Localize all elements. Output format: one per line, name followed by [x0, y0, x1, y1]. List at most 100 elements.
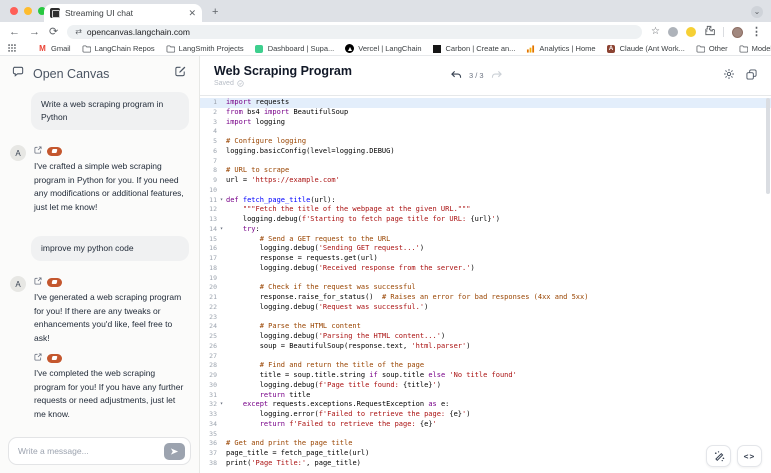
code-line: 23: [200, 313, 771, 323]
line-number: 21: [200, 293, 217, 303]
minimize-window-button[interactable]: [24, 7, 32, 15]
extensions-puzzle-icon[interactable]: [704, 23, 715, 41]
code-brackets-icon: <>: [744, 452, 756, 461]
user-message-bubble: Write a web scraping program in Python: [31, 92, 189, 130]
external-link-icon[interactable]: [34, 146, 42, 156]
code-editor[interactable]: 1import requests2from bs4 import Beautif…: [200, 96, 771, 473]
bookmark-item[interactable]: LangSmith Projects: [166, 44, 244, 53]
forward-button[interactable]: →: [29, 27, 40, 38]
code-lines: 1import requests2from bs4 import Beautif…: [200, 98, 771, 469]
send-button[interactable]: [164, 443, 185, 460]
address-bar[interactable]: ⇄ opencanvas.langchain.com: [67, 25, 642, 39]
version-history: 3 / 3: [450, 56, 503, 95]
code-line: 5 # Configure logging: [200, 137, 771, 147]
wand-icon: [713, 450, 725, 462]
fold-gutter: [217, 108, 226, 118]
claude-icon: A: [607, 44, 616, 53]
editor-scrollbar[interactable]: [766, 98, 770, 471]
settings-gear-icon[interactable]: [723, 67, 735, 85]
bookmark-item[interactable]: Vercel | LangChain: [345, 44, 421, 53]
langsmith-badge[interactable]: [47, 278, 62, 287]
profile-avatar[interactable]: [732, 27, 743, 38]
fold-gutter: [217, 137, 226, 147]
message-input[interactable]: [18, 446, 164, 456]
analytics-icon: [526, 44, 535, 53]
external-link-icon[interactable]: [34, 277, 42, 287]
chat-bubble-icon: [12, 65, 25, 83]
line-number: 36: [200, 439, 217, 449]
fold-gutter: [217, 293, 226, 303]
bookmarks-bar-items: MGmail LangChain Repos LangSmith Projects D…: [38, 44, 771, 53]
code-text: import logging: [226, 118, 771, 128]
fold-gutter: [217, 420, 226, 430]
fold-gutter: [217, 118, 226, 128]
folder-icon: [82, 44, 91, 53]
code-text: response.raise_for_status() # Raises an …: [226, 293, 771, 303]
line-number: 30: [200, 381, 217, 391]
apps-grid-icon[interactable]: [8, 44, 16, 54]
line-number: 5: [200, 137, 217, 147]
code-text: # Check if the request was successful: [226, 283, 771, 293]
bookmark-star-icon[interactable]: ☆: [651, 27, 660, 37]
canvas-panel: Web Scraping Program Saved 3 / 3: [200, 56, 771, 473]
browser-window: Streaming UI chat ✕ + ⌄ ← → ⟳ ⇄ opencanv…: [0, 0, 771, 473]
new-tab-button[interactable]: +: [212, 7, 218, 18]
close-window-button[interactable]: [10, 7, 18, 15]
code-line: 10: [200, 186, 771, 196]
new-chat-compose-icon[interactable]: [174, 65, 187, 83]
site-info-icon[interactable]: ⇄: [75, 28, 82, 36]
folder-icon: [696, 44, 705, 53]
bookmark-item[interactable]: Dashboard | Supa...: [255, 44, 335, 53]
line-number: 18: [200, 264, 217, 274]
line-number: 10: [200, 186, 217, 196]
toggle-code-view-button[interactable]: <>: [737, 445, 762, 467]
langsmith-badge[interactable]: [47, 147, 62, 156]
external-link-icon[interactable]: [34, 353, 42, 363]
tab-favicon-icon: [50, 8, 60, 18]
code-line: 21 response.raise_for_status() # Raises …: [200, 293, 771, 303]
bookmark-item[interactable]: MGmail: [38, 44, 71, 53]
browser-toolbar: ← → ⟳ ⇄ opencanvas.langchain.com ☆ ⋮: [0, 22, 771, 42]
bookmark-item[interactable]: Other: [696, 44, 728, 53]
fold-gutter: [217, 322, 226, 332]
redo-icon[interactable]: [491, 67, 503, 85]
code-line: 9url = 'https://example.com': [200, 176, 771, 186]
code-line: 2from bs4 import BeautifulSoup: [200, 108, 771, 118]
extension-icon-gray[interactable]: [668, 27, 678, 37]
fold-gutter: [217, 430, 226, 440]
tab-search-chevron-icon[interactable]: ⌄: [751, 6, 763, 18]
bookmark-item[interactable]: Models: [739, 44, 771, 53]
fold-chevron-icon[interactable]: ▾: [217, 196, 226, 206]
code-text: return title: [226, 391, 771, 401]
fold-chevron-icon[interactable]: ▾: [217, 400, 226, 410]
history-position: 3 / 3: [469, 71, 484, 80]
code-text: # Configure logging: [226, 137, 771, 147]
code-text: # Get and print the page title: [226, 439, 771, 449]
copy-code-icon[interactable]: [746, 67, 757, 85]
extension-icon-yellow[interactable]: [686, 27, 696, 37]
line-number: 15: [200, 235, 217, 245]
langsmith-badge[interactable]: [47, 354, 62, 363]
canvas-header: Web Scraping Program Saved 3 / 3: [200, 56, 771, 96]
scrollbar-thumb[interactable]: [766, 98, 770, 194]
artifact-title[interactable]: Web Scraping Program: [214, 64, 352, 78]
browser-menu-icon[interactable]: ⋮: [751, 27, 762, 38]
fold-gutter: [217, 449, 226, 459]
assistant-message-meta: [34, 277, 189, 287]
fold-chevron-icon[interactable]: ▾: [217, 225, 226, 235]
back-button[interactable]: ←: [9, 27, 20, 38]
line-number: 14: [200, 225, 217, 235]
line-number: 25: [200, 332, 217, 342]
bookmark-item[interactable]: Analytics | Home: [526, 44, 595, 53]
fold-gutter: [217, 244, 226, 254]
bookmark-item[interactable]: AClaude (Ant Work...: [607, 44, 685, 53]
undo-icon[interactable]: [450, 67, 462, 85]
magic-edit-button[interactable]: [706, 445, 731, 467]
browser-tab[interactable]: Streaming UI chat ✕: [44, 4, 202, 22]
line-number: 31: [200, 391, 217, 401]
close-tab-icon[interactable]: ✕: [188, 9, 196, 18]
bookmark-item[interactable]: Carbon | Create an...: [433, 44, 516, 53]
fold-gutter: [217, 313, 226, 323]
reload-button[interactable]: ⟳: [49, 27, 58, 38]
bookmark-item[interactable]: LangChain Repos: [82, 44, 155, 53]
